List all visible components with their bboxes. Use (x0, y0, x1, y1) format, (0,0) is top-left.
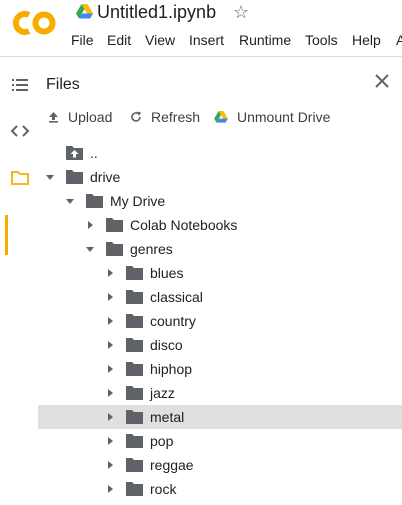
tree-item-label: hiphop (150, 361, 193, 377)
tree-item-label: drive (90, 169, 121, 185)
tree-row-blues[interactable]: blues (38, 261, 402, 285)
caret-right-icon[interactable] (105, 388, 115, 398)
caret-right-icon[interactable] (105, 412, 115, 422)
folder-icon (126, 314, 143, 328)
tree-row-colab-notebooks[interactable]: Colab Notebooks (38, 213, 402, 237)
refresh-icon (131, 111, 141, 122)
caret-right-icon[interactable] (105, 436, 115, 446)
tree-item-label: country (150, 313, 196, 329)
google-drive-icon (76, 4, 93, 19)
tree-item-label: genres (130, 241, 173, 257)
tree-item-label: pop (150, 433, 174, 449)
colab-logo[interactable] (10, 6, 60, 40)
upload-icon (49, 112, 58, 123)
folder-icon (126, 410, 143, 424)
folder-icon (126, 290, 143, 304)
files-panel-title: Files (46, 76, 80, 93)
upload-button[interactable]: Upload (48, 107, 112, 127)
caret-right-icon[interactable] (105, 292, 115, 302)
tree-row-pop[interactable]: pop (38, 429, 402, 453)
upload-label: Upload (68, 109, 113, 125)
notebook-title[interactable]: Untitled1.ipynb (97, 0, 216, 24)
side-rail (0, 58, 38, 505)
tree-item-label: jazz (150, 385, 175, 401)
tree-item-label: My Drive (110, 193, 166, 209)
folder-icon (126, 362, 143, 376)
caret-down-icon[interactable] (45, 172, 55, 182)
menu-view[interactable]: View (145, 31, 175, 49)
folder-icon (106, 218, 123, 232)
tree-row-genres[interactable]: genres (38, 237, 402, 261)
tree-item-label: disco (150, 337, 183, 353)
tree-item-label: metal (150, 409, 185, 425)
tree-row-parent[interactable]: .. (38, 141, 402, 165)
menu-overflow[interactable]: A (396, 31, 402, 49)
menu-edit[interactable]: Edit (107, 31, 131, 49)
menu-insert[interactable]: Insert (189, 31, 224, 49)
folder-icon (126, 386, 143, 400)
tree-item-label: classical (150, 289, 203, 305)
folder-icon (106, 242, 123, 256)
tree-item-label: blues (150, 265, 184, 281)
tree-row-metal[interactable]: metal (38, 405, 402, 429)
tree-row-classical[interactable]: classical (38, 285, 402, 309)
tree-item-label: rock (150, 481, 177, 497)
tree-item-label: Colab Notebooks (130, 217, 238, 233)
caret-right-icon[interactable] (105, 484, 115, 494)
active-indicator (5, 215, 8, 255)
caret-right-icon[interactable] (105, 340, 115, 350)
tree-row-disco[interactable]: disco (38, 333, 402, 357)
caret-right-icon[interactable] (105, 364, 115, 374)
refresh-button[interactable]: Refresh (130, 107, 200, 127)
toc-icon[interactable] (10, 75, 30, 95)
caret-down-icon[interactable] (85, 244, 95, 254)
folder-icon (126, 266, 143, 280)
close-icon[interactable] (372, 71, 392, 91)
tree-row-rock[interactable]: rock (38, 477, 402, 501)
folder-icon (86, 194, 103, 208)
folder-icon (126, 458, 143, 472)
menu-help[interactable]: Help (352, 31, 381, 49)
tree-row-hiphop[interactable]: hiphop (38, 357, 402, 381)
menu-runtime[interactable]: Runtime (239, 31, 291, 49)
star-icon[interactable]: ☆ (233, 1, 249, 23)
folder-icon (126, 338, 143, 352)
caret-right-icon[interactable] (105, 268, 115, 278)
tree-row-jazz[interactable]: jazz (38, 381, 402, 405)
menu-file[interactable]: File (71, 31, 94, 49)
tree-row-my-drive[interactable]: My Drive (38, 189, 402, 213)
menu-tools[interactable]: Tools (305, 31, 338, 49)
app-header: Untitled1.ipynb ☆ File Edit View Insert … (0, 0, 402, 57)
google-drive-icon (214, 111, 228, 123)
folder-icon (66, 170, 83, 184)
unmount-drive-label: Unmount Drive (237, 109, 331, 125)
unmount-drive-button[interactable]: Unmount Drive (214, 107, 330, 127)
tree-item-label: .. (90, 145, 98, 161)
refresh-label: Refresh (151, 109, 201, 125)
code-snippets-icon[interactable] (10, 121, 30, 141)
caret-right-icon[interactable] (105, 316, 115, 326)
tree-row-drive[interactable]: drive (38, 165, 402, 189)
tree-item-label: reggae (150, 457, 194, 473)
caret-down-icon[interactable] (65, 196, 75, 206)
folder-icon (126, 482, 143, 496)
tree-row-country[interactable]: country (38, 309, 402, 333)
tree-row-reggae[interactable]: reggae (38, 453, 402, 477)
parent-folder-icon (66, 146, 83, 160)
caret-right-icon[interactable] (105, 460, 115, 470)
caret-right-icon[interactable] (85, 220, 95, 230)
folder-icon (126, 434, 143, 448)
files-icon[interactable] (10, 168, 30, 188)
